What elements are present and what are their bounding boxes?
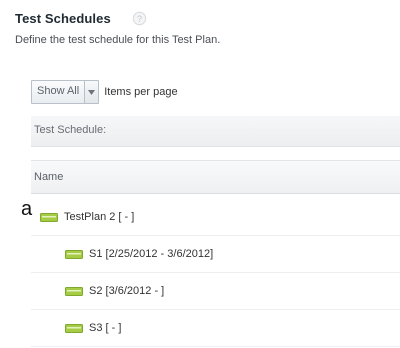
items-per-page-label: Items per page: [104, 86, 178, 98]
help-icon[interactable]: ?: [132, 11, 147, 26]
tree-row[interactable]: TestPlan 2 [ - ]: [31, 199, 400, 236]
tree-row[interactable]: S1 [2/25/2012 - 3/6/2012]: [31, 236, 400, 273]
tree-row-label: S3 [ - ]: [89, 322, 122, 334]
tree-row[interactable]: S2 [3/6/2012 - ]: [31, 273, 400, 310]
schedule-icon: [65, 286, 83, 296]
test-schedules-panel: Test Schedules ? Define the test schedul…: [0, 0, 400, 348]
tree-row-label: S2 [3/6/2012 - ]: [89, 285, 165, 297]
chevron-down-icon: [88, 89, 96, 95]
section-label: Test Schedule:: [34, 124, 107, 136]
tree-row[interactable]: S3 [ - ]: [31, 310, 400, 347]
tree-row-label: S1 [2/25/2012 - 3/6/2012]: [89, 248, 214, 260]
pagination-toolbar: Show All Items per page: [31, 80, 178, 104]
test-plan-icon: [40, 212, 58, 222]
page-size-value: Show All: [37, 85, 80, 97]
svg-text:?: ?: [137, 14, 142, 24]
page-description: Define the test schedule for this Test P…: [15, 34, 221, 46]
test-schedule-section: Test Schedule:: [31, 116, 400, 147]
tree-row-label: TestPlan 2 [ - ]: [64, 211, 135, 223]
schedule-icon: [65, 249, 83, 259]
column-header-row: Name: [31, 160, 400, 194]
schedule-icon: [65, 323, 83, 333]
page-title: Test Schedules: [15, 11, 111, 26]
column-header-name[interactable]: Name: [34, 171, 63, 183]
select-dropdown-button[interactable]: [84, 81, 99, 103]
page-size-select[interactable]: Show All: [31, 80, 100, 104]
